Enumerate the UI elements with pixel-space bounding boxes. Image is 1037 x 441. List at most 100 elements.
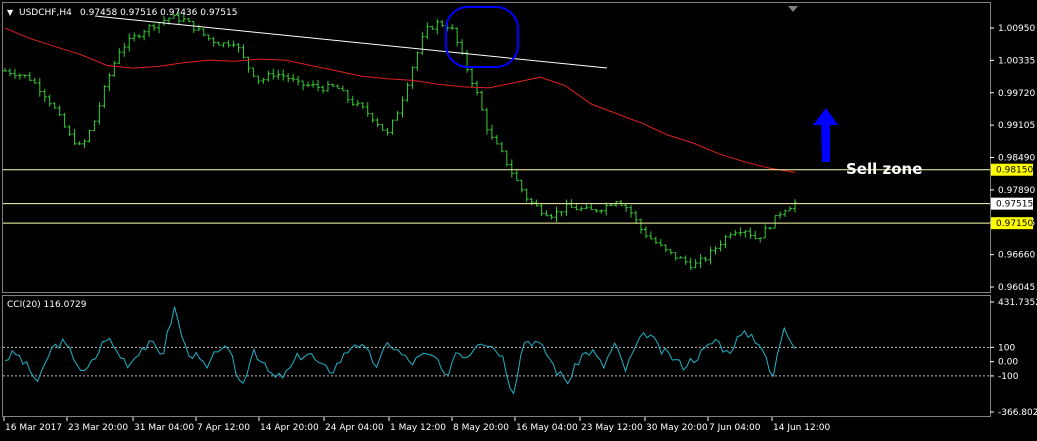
candle	[678, 256, 683, 259]
candle	[12, 68, 17, 79]
price-tick-label: 0.99105	[998, 121, 1035, 131]
candle	[77, 141, 82, 146]
candle	[117, 48, 122, 64]
candle	[72, 129, 77, 146]
time-tick-label: 14 Jun 12:00	[773, 423, 830, 433]
candle	[489, 124, 494, 140]
candle	[22, 74, 27, 79]
candle	[718, 240, 723, 252]
candle	[87, 129, 92, 143]
candle	[122, 42, 127, 57]
price-tick-label: 0.99720	[998, 89, 1035, 99]
candle	[196, 24, 201, 31]
time-tick-label: 14 Apr 20:00	[260, 423, 319, 433]
candle	[559, 211, 564, 217]
candle	[529, 197, 534, 206]
cci-indicator	[3, 306, 990, 395]
candle	[708, 246, 713, 265]
candle	[112, 60, 117, 77]
candle	[460, 39, 465, 55]
candle	[484, 108, 489, 135]
candle	[539, 203, 544, 217]
candle	[390, 119, 395, 135]
candle	[494, 134, 499, 145]
candle	[32, 77, 37, 84]
candle	[102, 84, 107, 109]
chart-shift-marker-icon[interactable]	[788, 6, 798, 12]
candle	[157, 22, 162, 34]
price-tick-label: 1.00950	[998, 24, 1035, 34]
candle	[311, 80, 316, 88]
candle	[7, 68, 12, 77]
candle	[82, 139, 87, 148]
candle	[226, 40, 231, 48]
price-axis: 1.00950 1.00335 0.99720 0.99105 0.98490 0.978…	[990, 24, 1035, 293]
candle	[52, 102, 57, 109]
candle	[733, 230, 738, 237]
time-tick-label: 8 May 20:00	[453, 423, 509, 433]
candle	[524, 188, 529, 202]
candle	[619, 199, 624, 206]
price-marker-label: 0.97150	[996, 219, 1033, 229]
candle	[544, 210, 549, 217]
candle	[271, 68, 276, 80]
price-panel-border	[2, 2, 991, 293]
candle	[748, 227, 753, 239]
time-tick-label: 16 May 04:00	[516, 423, 578, 433]
candle	[683, 255, 688, 265]
menu-dropdown-icon[interactable]: ▼	[7, 8, 14, 17]
candle	[306, 81, 311, 88]
candle	[360, 102, 365, 109]
candle	[604, 202, 609, 216]
candle	[415, 51, 420, 71]
candle	[768, 227, 773, 230]
candle	[206, 34, 211, 41]
time-tick-label: 7 Apr 12:00	[197, 423, 250, 433]
candle	[425, 22, 430, 39]
candle	[256, 75, 261, 85]
time-tick-label: 30 May 20:00	[646, 423, 708, 433]
price-marker-label: 0.98150	[996, 166, 1033, 176]
candle	[67, 125, 72, 137]
candle	[92, 120, 97, 132]
candle	[216, 41, 221, 46]
candle	[658, 239, 663, 247]
candle	[107, 73, 112, 92]
candle	[236, 42, 241, 53]
candle	[201, 28, 206, 37]
candle	[410, 66, 415, 90]
candle	[350, 95, 355, 106]
horizontal-levels[interactable]	[3, 169, 990, 224]
candle	[663, 244, 668, 253]
candle	[763, 224, 768, 239]
cci-axis: 431.7352 100 0.00 -100 -366.8026	[990, 298, 1037, 418]
candle	[753, 230, 758, 240]
candle	[634, 210, 639, 224]
candle	[668, 249, 673, 255]
candle	[291, 73, 296, 83]
candle	[191, 20, 196, 33]
candle	[152, 23, 157, 31]
candle	[316, 79, 321, 92]
candle	[624, 203, 629, 212]
trendline[interactable]	[94, 15, 608, 69]
candle	[365, 102, 370, 117]
candle	[435, 18, 440, 35]
candle	[758, 237, 763, 243]
candle	[286, 73, 291, 83]
candle	[211, 37, 216, 47]
up-arrow-icon[interactable]	[813, 108, 838, 162]
candle	[42, 89, 47, 102]
time-tick-label: 1 May 12:00	[390, 423, 446, 433]
candle	[743, 229, 748, 238]
candle	[320, 85, 325, 94]
candle	[778, 211, 783, 219]
candle	[345, 89, 350, 104]
candle	[738, 227, 743, 237]
candle	[241, 44, 246, 59]
ma-line	[4, 27, 796, 173]
chart-canvas[interactable]: 1.00950 1.00335 0.99720 0.99105 0.98490 0.978…	[0, 0, 1037, 441]
candle	[728, 232, 733, 239]
candle	[325, 80, 330, 92]
candle	[723, 234, 728, 249]
